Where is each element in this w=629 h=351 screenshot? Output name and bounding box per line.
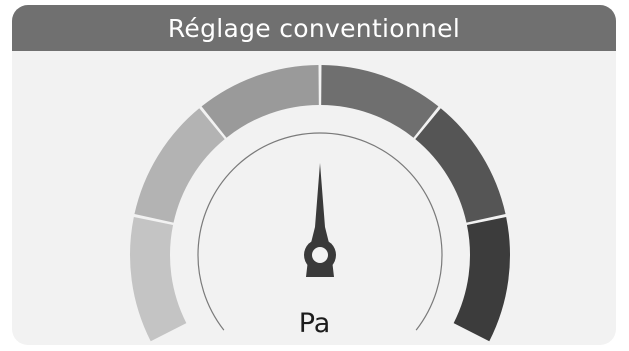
gauge-segment-3	[201, 65, 319, 138]
gauge-segment-4	[321, 65, 439, 138]
gauge-segment-2	[134, 108, 225, 223]
unit-label: Pa	[298, 308, 331, 339]
needle-hub-hole	[312, 247, 328, 263]
gauge-needle	[304, 163, 336, 277]
gauge	[129, 65, 510, 342]
gauge-segment-5	[415, 108, 506, 223]
